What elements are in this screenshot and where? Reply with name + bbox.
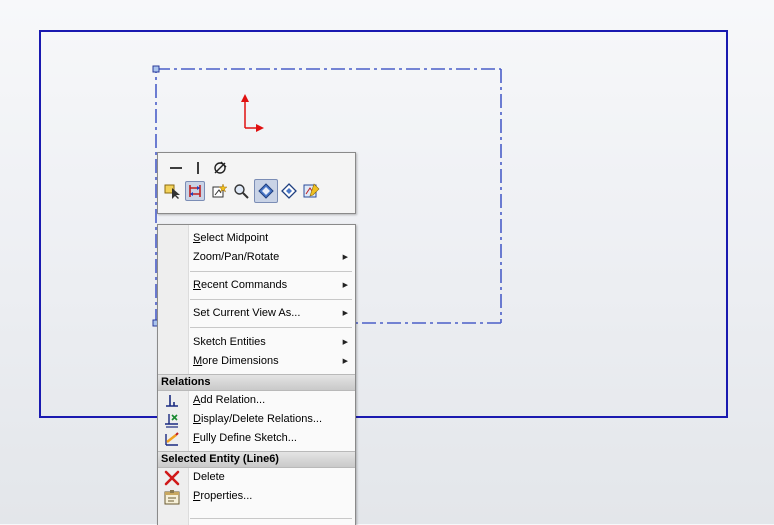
menu-item-more-dimensions[interactable]: More Dimensions ▶ bbox=[158, 352, 355, 371]
menu-section-selected-entity: Selected Entity (Line6) bbox=[158, 451, 355, 468]
menu-item-set-current-view[interactable]: Set Current View As... ▶ bbox=[158, 304, 355, 323]
menu-item-fully-define-sketch[interactable]: Fully Define Sketch... bbox=[158, 429, 355, 448]
menu-item-select-midpoint[interactable]: Select Midpoint bbox=[158, 229, 355, 248]
edit-sketch-icon[interactable] bbox=[302, 181, 322, 201]
menu-section-relations: Relations bbox=[158, 374, 355, 391]
menu-item-sketch-entities[interactable]: Sketch Entities ▶ bbox=[158, 333, 355, 352]
submenu-arrow-icon: ▶ bbox=[342, 282, 348, 289]
horizontal-relation-icon[interactable] bbox=[166, 158, 186, 178]
menu-item-label: elect Midpoint bbox=[200, 232, 269, 244]
menu-separator bbox=[190, 327, 352, 328]
mnemonic: D bbox=[193, 413, 201, 425]
submenu-arrow-icon: ▶ bbox=[342, 254, 348, 261]
sketch-endpoint[interactable] bbox=[152, 65, 160, 73]
section-header-label: Selected Entity (Line6) bbox=[161, 453, 279, 465]
display-delete-relations-icon bbox=[164, 412, 180, 428]
delete-icon bbox=[164, 470, 180, 486]
properties-icon bbox=[164, 489, 180, 505]
menu-item-label: Sketch Entities bbox=[193, 336, 266, 348]
convert-entities-icon[interactable] bbox=[185, 181, 205, 201]
menu-item-label: dd Relation... bbox=[200, 394, 266, 406]
menu-separator bbox=[190, 518, 352, 519]
menu-item-label: isplay/Delete Relations... bbox=[200, 413, 323, 425]
submenu-arrow-icon: ▶ bbox=[342, 358, 348, 365]
menu-item-label: ecent Commands bbox=[200, 279, 288, 291]
menu-item-label: Zoom/Pan/Rotate bbox=[193, 251, 280, 263]
menu-item-delete[interactable]: Delete bbox=[158, 468, 355, 487]
menu-separator bbox=[190, 299, 352, 300]
menu-item-zoom-pan-rotate[interactable]: Zoom/Pan/Rotate ▶ bbox=[158, 248, 355, 267]
mnemonic: R bbox=[193, 279, 201, 291]
submenu-arrow-icon: ▶ bbox=[342, 310, 348, 317]
context-menu: Select Midpoint Zoom/Pan/Rotate ▶ Recent… bbox=[157, 224, 356, 525]
section-header-label: Relations bbox=[161, 376, 211, 388]
sketch-canvas[interactable] bbox=[0, 0, 774, 524]
submenu-arrow-icon: ▶ bbox=[342, 339, 348, 346]
menu-item-label: roperties... bbox=[200, 490, 253, 502]
menu-item-recent-commands[interactable]: Recent Commands ▶ bbox=[158, 276, 355, 295]
zoom-to-selection-icon[interactable] bbox=[231, 181, 251, 201]
add-relation-icon bbox=[164, 393, 180, 409]
sketch-origin-icon bbox=[241, 94, 264, 132]
menu-item-add-relation[interactable]: Add Relation... bbox=[158, 391, 355, 410]
smart-dimension-icon[interactable] bbox=[209, 181, 229, 201]
context-toolbar bbox=[157, 152, 356, 214]
menu-item-label: Set Current View As... bbox=[193, 307, 301, 319]
menu-item-label: Delete bbox=[193, 471, 225, 483]
sketch-plane-icon[interactable] bbox=[279, 181, 299, 201]
menu-item-display-delete-relations[interactable]: Display/Delete Relations... bbox=[158, 410, 355, 429]
menu-item-label: ore Dimensions bbox=[202, 355, 279, 367]
mnemonic: F bbox=[193, 432, 200, 444]
fix-relation-icon[interactable] bbox=[210, 158, 230, 178]
normal-to-icon[interactable] bbox=[254, 179, 278, 203]
sketch-rectangle[interactable] bbox=[39, 30, 728, 418]
mnemonic: M bbox=[193, 355, 203, 367]
fully-define-sketch-icon bbox=[164, 431, 180, 447]
menu-item-label: ully Define Sketch... bbox=[199, 432, 297, 444]
select-other-icon[interactable] bbox=[163, 181, 183, 201]
menu-item-properties[interactable]: Properties... bbox=[158, 487, 355, 506]
vertical-relation-icon[interactable] bbox=[188, 158, 208, 178]
menu-separator bbox=[190, 271, 352, 272]
